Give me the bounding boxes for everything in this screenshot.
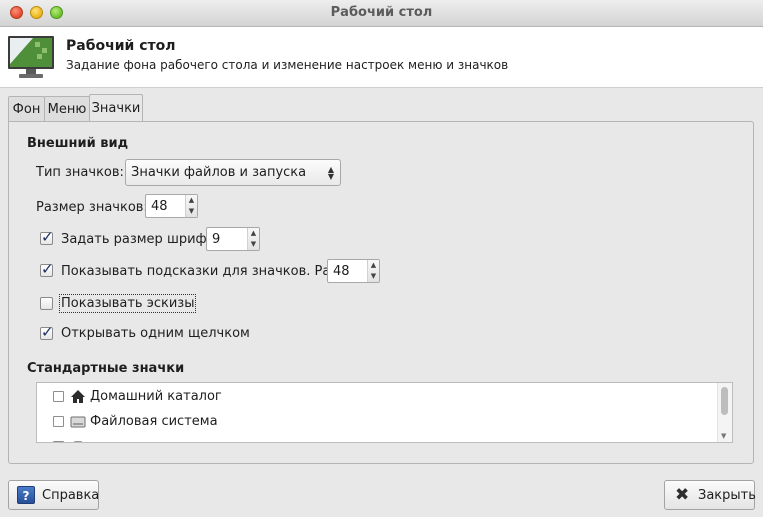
- trash-icon: [74, 441, 82, 442]
- drive-icon: [70, 416, 86, 428]
- spin-up-icon[interactable]: ▲: [186, 195, 197, 206]
- window-title: Рабочий стол: [330, 5, 433, 20]
- section-standard-icons: Стандартные значки: [27, 361, 185, 376]
- help-button-label: Справка: [42, 488, 100, 503]
- desktop-monitor-icon: [8, 36, 54, 78]
- list-item[interactable]: Домашний каталог: [37, 385, 717, 409]
- list-scrollbar[interactable]: ▼: [717, 383, 732, 442]
- list-item[interactable]: [37, 435, 717, 442]
- close-icon: ✖: [675, 485, 690, 505]
- spin-up-icon[interactable]: ▲: [248, 228, 259, 239]
- font-size-value: 9: [212, 232, 221, 247]
- standard-icons-list[interactable]: Домашний каталог Файловая система ▼: [36, 382, 733, 443]
- font-size-checkbox[interactable]: ✓: [40, 228, 54, 246]
- list-item[interactable]: Файловая система: [37, 410, 717, 434]
- icon-type-label: Тип значков:: [36, 165, 124, 180]
- header-title: Рабочий стол: [66, 38, 176, 54]
- font-size-label[interactable]: Задать размер шрифта:: [61, 232, 227, 247]
- spin-up-icon[interactable]: ▲: [368, 260, 379, 271]
- dialog-header: Рабочий стол Задание фона рабочего стола…: [0, 27, 763, 88]
- thumbnails-checkbox[interactable]: [40, 297, 53, 310]
- tooltip-size-value: 48: [333, 264, 350, 279]
- scroll-down-icon[interactable]: ▼: [721, 432, 726, 440]
- icon-size-value: 48: [151, 199, 168, 214]
- help-icon: ?: [17, 486, 35, 504]
- filesystem-checkbox[interactable]: [53, 416, 64, 427]
- section-appearance: Внешний вид: [27, 136, 129, 151]
- tab-menu[interactable]: Меню: [44, 96, 90, 121]
- spin-down-icon[interactable]: ▼: [368, 271, 379, 282]
- title-bar[interactable]: Рабочий стол: [0, 0, 763, 27]
- list-item-label: Файловая система: [90, 414, 218, 429]
- single-click-checkbox[interactable]: ✓: [40, 323, 54, 341]
- home-icon: [71, 390, 85, 403]
- help-button[interactable]: ? Справка: [8, 480, 99, 510]
- check-mark-icon: ✓: [41, 323, 54, 341]
- spin-down-icon[interactable]: ▼: [248, 239, 259, 250]
- check-mark-icon: ✓: [41, 260, 54, 278]
- tooltips-label[interactable]: Показывать подсказки для значков. Размер…: [61, 264, 368, 279]
- icon-size-label: Размер значков:: [36, 200, 148, 215]
- combo-arrows-icon: ▲ ▼: [327, 165, 334, 181]
- icon-size-spinner[interactable]: 48 ▲ ▼: [145, 194, 198, 218]
- tab-icons[interactable]: Значки: [89, 94, 143, 121]
- close-button-label: Закрыть: [698, 488, 756, 503]
- tooltip-size-spinner[interactable]: 48 ▲ ▼: [327, 259, 380, 283]
- close-button[interactable]: ✖ Закрыть: [664, 480, 756, 510]
- settings-window: Рабочий стол Рабочий стол Задание фона р…: [0, 0, 763, 517]
- list-item-label: Домашний каталог: [90, 389, 222, 404]
- thumbnails-label[interactable]: Показывать эскизы: [58, 294, 197, 313]
- single-click-label[interactable]: Открывать одним щелчком: [61, 326, 250, 341]
- tooltips-checkbox[interactable]: ✓: [40, 260, 54, 278]
- check-mark-icon: ✓: [41, 228, 54, 246]
- trash-checkbox[interactable]: [53, 441, 64, 442]
- home-checkbox[interactable]: [53, 391, 64, 402]
- scrollbar-thumb[interactable]: [721, 387, 728, 415]
- header-subtitle: Задание фона рабочего стола и изменение …: [66, 58, 509, 72]
- spin-down-icon[interactable]: ▼: [186, 206, 197, 217]
- icon-type-combo[interactable]: Значки файлов и запуска ▲ ▼: [125, 159, 341, 186]
- font-size-spinner[interactable]: 9 ▲ ▼: [206, 227, 260, 251]
- tab-background[interactable]: Фон: [8, 96, 45, 121]
- icon-type-value: Значки файлов и запуска: [131, 165, 307, 180]
